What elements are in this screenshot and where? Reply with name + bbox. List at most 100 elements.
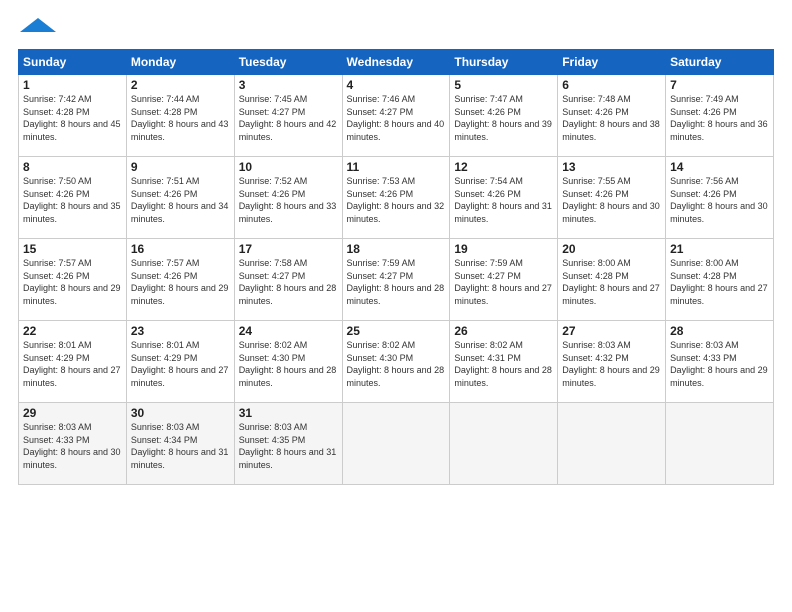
day-number: 17 [239, 242, 338, 256]
day-info: Sunrise: 8:03 AMSunset: 4:34 PMDaylight:… [131, 422, 229, 470]
calendar-week-row: 29 Sunrise: 8:03 AMSunset: 4:33 PMDaylig… [19, 403, 774, 485]
day-info: Sunrise: 7:46 AMSunset: 4:27 PMDaylight:… [347, 94, 445, 142]
calendar-cell: 25 Sunrise: 8:02 AMSunset: 4:30 PMDaylig… [342, 321, 450, 403]
weekday-header-monday: Monday [126, 50, 234, 75]
day-info: Sunrise: 8:00 AMSunset: 4:28 PMDaylight:… [562, 258, 660, 306]
day-number: 25 [347, 324, 446, 338]
calendar-cell: 26 Sunrise: 8:02 AMSunset: 4:31 PMDaylig… [450, 321, 558, 403]
calendar-cell: 16 Sunrise: 7:57 AMSunset: 4:26 PMDaylig… [126, 239, 234, 321]
calendar-cell: 12 Sunrise: 7:54 AMSunset: 4:26 PMDaylig… [450, 157, 558, 239]
calendar-cell: 17 Sunrise: 7:58 AMSunset: 4:27 PMDaylig… [234, 239, 342, 321]
day-info: Sunrise: 7:42 AMSunset: 4:28 PMDaylight:… [23, 94, 121, 142]
day-number: 2 [131, 78, 230, 92]
day-info: Sunrise: 7:45 AMSunset: 4:27 PMDaylight:… [239, 94, 337, 142]
day-info: Sunrise: 7:53 AMSunset: 4:26 PMDaylight:… [347, 176, 445, 224]
day-info: Sunrise: 8:02 AMSunset: 4:30 PMDaylight:… [239, 340, 337, 388]
calendar-cell [558, 403, 666, 485]
day-number: 10 [239, 160, 338, 174]
calendar-cell: 3 Sunrise: 7:45 AMSunset: 4:27 PMDayligh… [234, 75, 342, 157]
day-number: 11 [347, 160, 446, 174]
calendar-cell: 30 Sunrise: 8:03 AMSunset: 4:34 PMDaylig… [126, 403, 234, 485]
day-number: 5 [454, 78, 553, 92]
day-number: 9 [131, 160, 230, 174]
calendar-week-row: 22 Sunrise: 8:01 AMSunset: 4:29 PMDaylig… [19, 321, 774, 403]
day-number: 16 [131, 242, 230, 256]
logo-icon [18, 16, 58, 34]
day-info: Sunrise: 8:03 AMSunset: 4:35 PMDaylight:… [239, 422, 337, 470]
day-number: 3 [239, 78, 338, 92]
day-number: 24 [239, 324, 338, 338]
day-number: 23 [131, 324, 230, 338]
day-number: 22 [23, 324, 122, 338]
day-info: Sunrise: 8:03 AMSunset: 4:33 PMDaylight:… [670, 340, 768, 388]
day-number: 26 [454, 324, 553, 338]
day-info: Sunrise: 7:50 AMSunset: 4:26 PMDaylight:… [23, 176, 121, 224]
calendar-cell: 29 Sunrise: 8:03 AMSunset: 4:33 PMDaylig… [19, 403, 127, 485]
calendar-header-row: SundayMondayTuesdayWednesdayThursdayFrid… [19, 50, 774, 75]
calendar-cell: 22 Sunrise: 8:01 AMSunset: 4:29 PMDaylig… [19, 321, 127, 403]
day-info: Sunrise: 7:52 AMSunset: 4:26 PMDaylight:… [239, 176, 337, 224]
day-number: 21 [670, 242, 769, 256]
calendar-week-row: 8 Sunrise: 7:50 AMSunset: 4:26 PMDayligh… [19, 157, 774, 239]
calendar-cell: 19 Sunrise: 7:59 AMSunset: 4:27 PMDaylig… [450, 239, 558, 321]
weekday-header-thursday: Thursday [450, 50, 558, 75]
day-number: 12 [454, 160, 553, 174]
day-number: 14 [670, 160, 769, 174]
day-info: Sunrise: 7:57 AMSunset: 4:26 PMDaylight:… [23, 258, 121, 306]
day-info: Sunrise: 8:03 AMSunset: 4:32 PMDaylight:… [562, 340, 660, 388]
day-number: 8 [23, 160, 122, 174]
weekday-header-sunday: Sunday [19, 50, 127, 75]
calendar-cell: 8 Sunrise: 7:50 AMSunset: 4:26 PMDayligh… [19, 157, 127, 239]
day-info: Sunrise: 8:03 AMSunset: 4:33 PMDaylight:… [23, 422, 121, 470]
calendar-week-row: 1 Sunrise: 7:42 AMSunset: 4:28 PMDayligh… [19, 75, 774, 157]
day-info: Sunrise: 7:58 AMSunset: 4:27 PMDaylight:… [239, 258, 337, 306]
calendar-cell: 27 Sunrise: 8:03 AMSunset: 4:32 PMDaylig… [558, 321, 666, 403]
calendar-cell: 18 Sunrise: 7:59 AMSunset: 4:27 PMDaylig… [342, 239, 450, 321]
calendar-week-row: 15 Sunrise: 7:57 AMSunset: 4:26 PMDaylig… [19, 239, 774, 321]
calendar-cell: 24 Sunrise: 8:02 AMSunset: 4:30 PMDaylig… [234, 321, 342, 403]
calendar-cell: 20 Sunrise: 8:00 AMSunset: 4:28 PMDaylig… [558, 239, 666, 321]
day-number: 31 [239, 406, 338, 420]
day-info: Sunrise: 7:51 AMSunset: 4:26 PMDaylight:… [131, 176, 229, 224]
day-info: Sunrise: 7:48 AMSunset: 4:26 PMDaylight:… [562, 94, 660, 142]
calendar-cell: 9 Sunrise: 7:51 AMSunset: 4:26 PMDayligh… [126, 157, 234, 239]
calendar-cell: 2 Sunrise: 7:44 AMSunset: 4:28 PMDayligh… [126, 75, 234, 157]
calendar-cell: 1 Sunrise: 7:42 AMSunset: 4:28 PMDayligh… [19, 75, 127, 157]
calendar-cell: 21 Sunrise: 8:00 AMSunset: 4:28 PMDaylig… [666, 239, 774, 321]
day-info: Sunrise: 7:59 AMSunset: 4:27 PMDaylight:… [347, 258, 445, 306]
day-info: Sunrise: 8:02 AMSunset: 4:31 PMDaylight:… [454, 340, 552, 388]
day-number: 1 [23, 78, 122, 92]
day-number: 20 [562, 242, 661, 256]
calendar-cell: 6 Sunrise: 7:48 AMSunset: 4:26 PMDayligh… [558, 75, 666, 157]
day-info: Sunrise: 7:55 AMSunset: 4:26 PMDaylight:… [562, 176, 660, 224]
day-number: 18 [347, 242, 446, 256]
calendar-cell: 5 Sunrise: 7:47 AMSunset: 4:26 PMDayligh… [450, 75, 558, 157]
calendar-cell: 7 Sunrise: 7:49 AMSunset: 4:26 PMDayligh… [666, 75, 774, 157]
calendar-cell [342, 403, 450, 485]
weekday-header-wednesday: Wednesday [342, 50, 450, 75]
calendar-page: SundayMondayTuesdayWednesdayThursdayFrid… [0, 0, 792, 612]
day-number: 27 [562, 324, 661, 338]
weekday-header-tuesday: Tuesday [234, 50, 342, 75]
day-number: 4 [347, 78, 446, 92]
calendar-cell: 11 Sunrise: 7:53 AMSunset: 4:26 PMDaylig… [342, 157, 450, 239]
day-number: 29 [23, 406, 122, 420]
day-info: Sunrise: 7:59 AMSunset: 4:27 PMDaylight:… [454, 258, 552, 306]
day-number: 7 [670, 78, 769, 92]
calendar-cell: 14 Sunrise: 7:56 AMSunset: 4:26 PMDaylig… [666, 157, 774, 239]
day-info: Sunrise: 7:44 AMSunset: 4:28 PMDaylight:… [131, 94, 229, 142]
day-info: Sunrise: 8:00 AMSunset: 4:28 PMDaylight:… [670, 258, 768, 306]
day-info: Sunrise: 7:47 AMSunset: 4:26 PMDaylight:… [454, 94, 552, 142]
day-number: 28 [670, 324, 769, 338]
calendar-cell [666, 403, 774, 485]
day-number: 6 [562, 78, 661, 92]
day-info: Sunrise: 8:02 AMSunset: 4:30 PMDaylight:… [347, 340, 445, 388]
day-number: 30 [131, 406, 230, 420]
calendar-cell: 31 Sunrise: 8:03 AMSunset: 4:35 PMDaylig… [234, 403, 342, 485]
day-number: 19 [454, 242, 553, 256]
calendar-cell: 28 Sunrise: 8:03 AMSunset: 4:33 PMDaylig… [666, 321, 774, 403]
calendar-cell: 4 Sunrise: 7:46 AMSunset: 4:27 PMDayligh… [342, 75, 450, 157]
day-info: Sunrise: 7:56 AMSunset: 4:26 PMDaylight:… [670, 176, 768, 224]
calendar-table: SundayMondayTuesdayWednesdayThursdayFrid… [18, 49, 774, 485]
calendar-cell: 23 Sunrise: 8:01 AMSunset: 4:29 PMDaylig… [126, 321, 234, 403]
